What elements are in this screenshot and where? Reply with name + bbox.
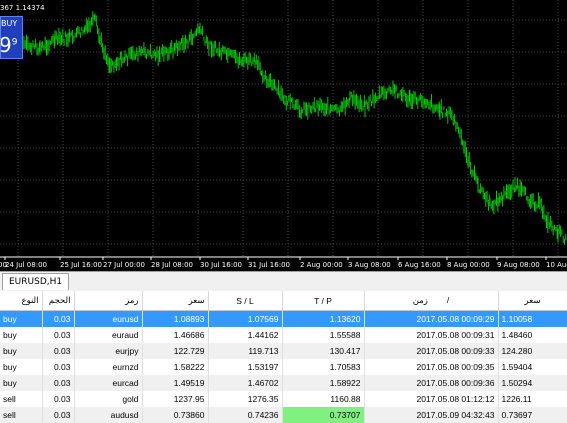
table-row[interactable]: buy 0.03 eurusd 1.08893 1.07569 1.13620 2017.0… bbox=[0, 310, 567, 327]
cell-cur-price: 124.280 bbox=[498, 343, 567, 359]
cell-volume: 0.03 bbox=[42, 375, 75, 391]
buy-label: BUY bbox=[1, 19, 18, 28]
table-row[interactable]: buy 0.03 eurjpy 122.729 119.713 130.417 2017.0… bbox=[0, 343, 567, 359]
one-click-buy-button[interactable]: BUY 99 bbox=[0, 16, 23, 59]
time-axis-label: 3 Aug 08:00 bbox=[348, 261, 391, 269]
header-sl[interactable]: S / L bbox=[208, 291, 283, 311]
cell-cur-price: 1.48460 bbox=[498, 327, 567, 343]
cell-price: 1.49519 bbox=[142, 375, 209, 391]
cell-symbol: audusd bbox=[74, 407, 143, 423]
header-volume[interactable]: الحجم bbox=[42, 291, 75, 311]
cell-symbol: euraud bbox=[74, 327, 143, 343]
header-price[interactable]: سعر bbox=[142, 291, 209, 311]
price-candles bbox=[0, 11, 567, 245]
cell-volume: 0.03 bbox=[42, 407, 75, 423]
chart-canvas: 0024 Jul 08:00 25 Jul 16:00 27 Jul 00:00 28… bbox=[0, 0, 567, 269]
cell-time: 2017.05.08 00:09:31 bbox=[364, 327, 499, 343]
cell-price: 1.58222 bbox=[142, 359, 209, 375]
cell-tp: 1.13620 bbox=[282, 310, 365, 327]
cell-sl: 1.53197 bbox=[208, 359, 283, 375]
cell-tp: 1.58922 bbox=[282, 375, 365, 391]
cell-type: sell bbox=[0, 407, 43, 423]
cell-tp: 0.73707 bbox=[282, 407, 365, 423]
cell-time: 2017.05.08 00:09:29 bbox=[364, 310, 499, 327]
sort-indicator: / bbox=[446, 295, 450, 305]
time-axis-label: 10 Aug 16:00 bbox=[546, 261, 567, 269]
cell-price: 0.73860 bbox=[142, 407, 209, 423]
cell-cur-price: 1.59404 bbox=[498, 359, 567, 375]
price-info: 367 1.14374 bbox=[0, 4, 45, 12]
header-current-price[interactable]: سعر bbox=[498, 291, 567, 311]
cell-cur-price: 1.10058 bbox=[498, 310, 567, 327]
table-header: النوع الحجم رمز سعر S / L T / P زمن / سع… bbox=[0, 291, 567, 311]
cell-type: buy bbox=[0, 375, 43, 391]
time-axis-label: 6 Aug 16:00 bbox=[398, 261, 441, 269]
chart-tab-bar: EURUSD,H1 bbox=[0, 271, 567, 292]
cell-sl: 1.07569 bbox=[208, 310, 283, 327]
table-row[interactable]: sell 0.03 audusd 0.73860 0.74236 0.73707 2017.… bbox=[0, 407, 567, 423]
header-tp[interactable]: T / P bbox=[282, 291, 365, 311]
buy-price: 99 bbox=[0, 33, 18, 57]
cell-symbol: eurcad bbox=[74, 375, 143, 391]
tab-eurusd-h1[interactable]: EURUSD,H1 bbox=[2, 273, 70, 290]
cell-cur-price: 1226.11 bbox=[498, 391, 567, 407]
header-type[interactable]: النوع bbox=[0, 291, 43, 311]
table-row[interactable]: buy 0.03 eurnzd 1.58222 1.53197 1.70583 2017.0… bbox=[0, 359, 567, 375]
table-row[interactable]: buy 0.03 eurcad 1.49519 1.46702 1.58922 2017.0… bbox=[0, 375, 567, 391]
header-time-label: زمن bbox=[412, 295, 428, 305]
cell-tp: 1160.88 bbox=[282, 391, 365, 407]
buy-price-small: 9 bbox=[11, 37, 18, 48]
cell-time: 2017.05.08 00:09:35 bbox=[364, 359, 499, 375]
cell-symbol: eurusd bbox=[74, 310, 143, 327]
cell-symbol: gold bbox=[74, 391, 143, 407]
header-symbol[interactable]: رمز bbox=[74, 291, 143, 311]
price-chart[interactable]: 00 24 Jul 08:00 25 Jul 16:00 27 Jul 00:00 28… bbox=[0, 0, 567, 271]
time-axis-label: 27 Jul 00:00 bbox=[103, 261, 145, 269]
table-row[interactable]: sell 0.03 gold 1237.95 1276.35 1160.88 2017.05… bbox=[0, 391, 567, 407]
cell-time: 2017.05.08 00:09:36 bbox=[364, 375, 499, 391]
time-axis-label: 28 Jul 08:00 bbox=[151, 261, 193, 269]
cell-time: 2017.05.09 04:32:43 bbox=[364, 407, 499, 423]
cell-sl: 1276.35 bbox=[208, 391, 283, 407]
cell-tp: 1.70583 bbox=[282, 359, 365, 375]
cell-time: 2017.05.08 00:09:33 bbox=[364, 343, 499, 359]
time-axis-label: 31 Jul 16:00 bbox=[248, 261, 290, 269]
cell-volume: 0.03 bbox=[42, 359, 75, 375]
cell-symbol: eurjpy bbox=[74, 343, 143, 359]
cell-volume: 0.03 bbox=[42, 343, 75, 359]
cell-type: buy bbox=[0, 359, 43, 375]
cell-cur-price: 1.50294 bbox=[498, 375, 567, 391]
cell-price: 122.729 bbox=[142, 343, 209, 359]
time-axis-label: 8 Aug 00:00 bbox=[447, 261, 490, 269]
cell-time: 2017.05.08 01:12:12 bbox=[364, 391, 499, 407]
cell-type: buy bbox=[0, 327, 43, 343]
table-row[interactable]: buy 0.03 euraud 1.46686 1.44162 1.55588 2017.0… bbox=[0, 327, 567, 343]
cell-sl: 0.74236 bbox=[208, 407, 283, 423]
cell-tp: 1.55588 bbox=[282, 327, 365, 343]
cell-cur-price: 0.73697 bbox=[498, 407, 567, 423]
cell-sl: 1.46702 bbox=[208, 375, 283, 391]
cell-sl: 119.713 bbox=[208, 343, 283, 359]
cell-type: sell bbox=[0, 391, 43, 407]
time-axis-label: 2 Aug 00:00 bbox=[300, 261, 343, 269]
cell-type: buy bbox=[0, 310, 43, 327]
cell-type: buy bbox=[0, 343, 43, 359]
header-time[interactable]: زمن / bbox=[364, 291, 499, 311]
cell-volume: 0.03 bbox=[42, 391, 75, 407]
buy-price-big: 9 bbox=[0, 33, 12, 57]
cell-price: 1.46686 bbox=[142, 327, 209, 343]
cell-price: 1.08893 bbox=[142, 310, 209, 327]
trade-table: النوع الحجم رمز سعر S / L T / P زمن / سع… bbox=[0, 291, 567, 423]
time-axis-label: 9 Aug 08:00 bbox=[497, 261, 540, 269]
time-axis-label: 24 Jul 08:00 bbox=[5, 261, 47, 269]
time-axis-label: 25 Jul 16:00 bbox=[60, 261, 102, 269]
cell-tp: 130.417 bbox=[282, 343, 365, 359]
cell-symbol: eurnzd bbox=[74, 359, 143, 375]
cell-price: 1237.95 bbox=[142, 391, 209, 407]
cell-sl: 1.44162 bbox=[208, 327, 283, 343]
time-axis-label: 30 Jul 16:00 bbox=[200, 261, 242, 269]
cell-volume: 0.03 bbox=[42, 310, 75, 327]
cell-volume: 0.03 bbox=[42, 327, 75, 343]
